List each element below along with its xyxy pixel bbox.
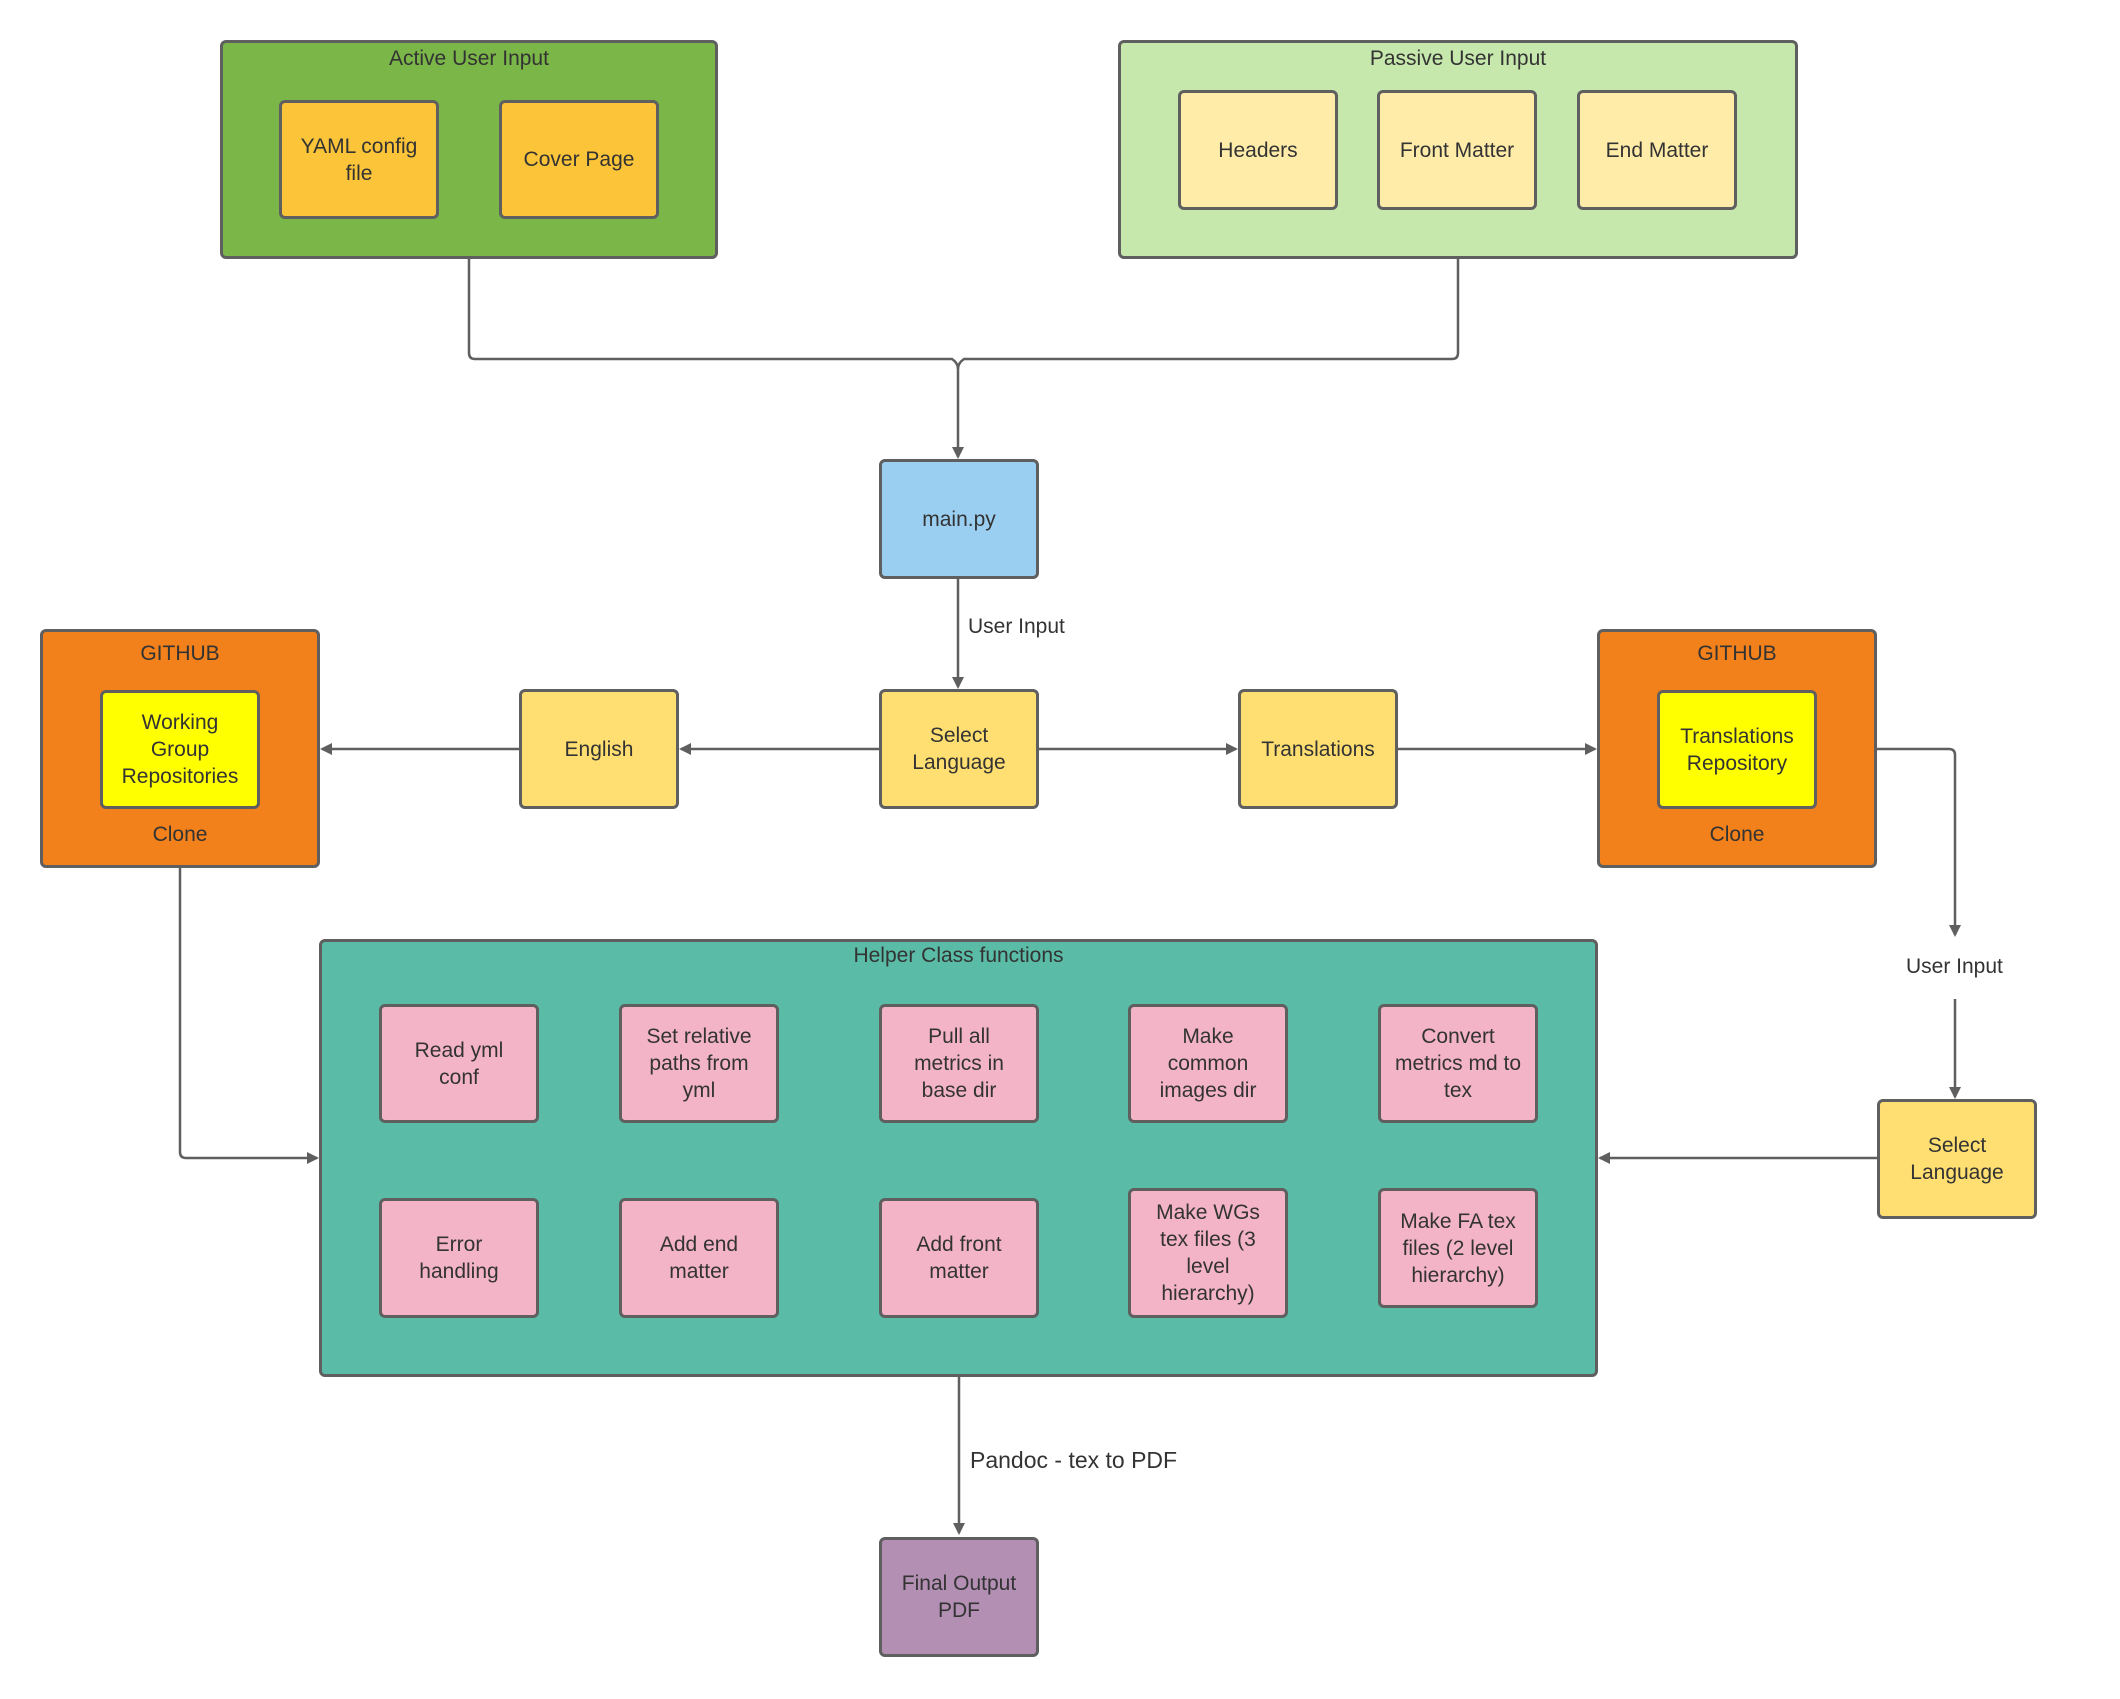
- convert-metrics-md-to-tex-node[interactable]: Convert metrics md to tex: [1378, 1004, 1538, 1123]
- main-py-node[interactable]: main.py: [879, 459, 1039, 579]
- passive-user-input-title: Passive User Input: [1369, 47, 1547, 70]
- read-yml-conf-node[interactable]: Read yml conf: [379, 1004, 539, 1123]
- github-right-title: GITHUB: [1697, 642, 1777, 665]
- add-front-matter-node[interactable]: Add front matter: [879, 1198, 1039, 1318]
- translations-repository-node[interactable]: Translations Repository: [1657, 690, 1817, 809]
- active-user-input-title: Active User Input: [389, 47, 549, 70]
- github-left-title: GITHUB: [140, 642, 220, 665]
- edge-github-right-down: [1877, 747, 1961, 937]
- make-common-images-dir-node[interactable]: Make common images dir: [1128, 1004, 1288, 1123]
- add-end-matter-node[interactable]: Add end matter: [619, 1198, 779, 1318]
- select-language-right-node[interactable]: Select Language: [1877, 1099, 2037, 1219]
- edge-github-left-to-helper: [178, 868, 319, 1164]
- front-matter-node[interactable]: Front Matter: [1377, 90, 1537, 210]
- make-fa-tex-files-node[interactable]: Make FA tex files (2 level hierarchy): [1378, 1188, 1538, 1308]
- edge-passive-to-main: [956, 259, 1460, 370]
- final-output-pdf-node[interactable]: Final Output PDF: [879, 1537, 1039, 1657]
- github-left-clone-label: Clone: [152, 823, 208, 846]
- select-language-node[interactable]: Select Language: [879, 689, 1039, 809]
- make-wgs-tex-files-node[interactable]: Make WGs tex files (3 level hierarchy): [1128, 1188, 1288, 1318]
- error-handling-node[interactable]: Error handling: [379, 1198, 539, 1318]
- end-matter-node[interactable]: End Matter: [1577, 90, 1737, 210]
- translations-node[interactable]: Translations: [1238, 689, 1398, 809]
- headers-node[interactable]: Headers: [1178, 90, 1338, 210]
- edge-label-user-input-right: User Input: [1906, 955, 2003, 978]
- cover-page-node[interactable]: Cover Page: [499, 100, 659, 219]
- set-relative-paths-node[interactable]: Set relative paths from yml: [619, 1004, 779, 1123]
- edge-label-user-input: User Input: [968, 615, 1065, 638]
- edge-label-pandoc: Pandoc - tex to PDF: [970, 1447, 1178, 1473]
- working-group-repositories-node[interactable]: Working Group Repositories: [100, 690, 260, 809]
- english-node[interactable]: English: [519, 689, 679, 809]
- edge-active-to-main: [467, 259, 964, 459]
- pull-all-metrics-node[interactable]: Pull all metrics in base dir: [879, 1004, 1039, 1123]
- github-right-clone-label: Clone: [1709, 823, 1765, 846]
- helper-class-functions-title: Helper Class functions: [853, 944, 1064, 967]
- yaml-config-node[interactable]: YAML config file: [279, 100, 439, 219]
